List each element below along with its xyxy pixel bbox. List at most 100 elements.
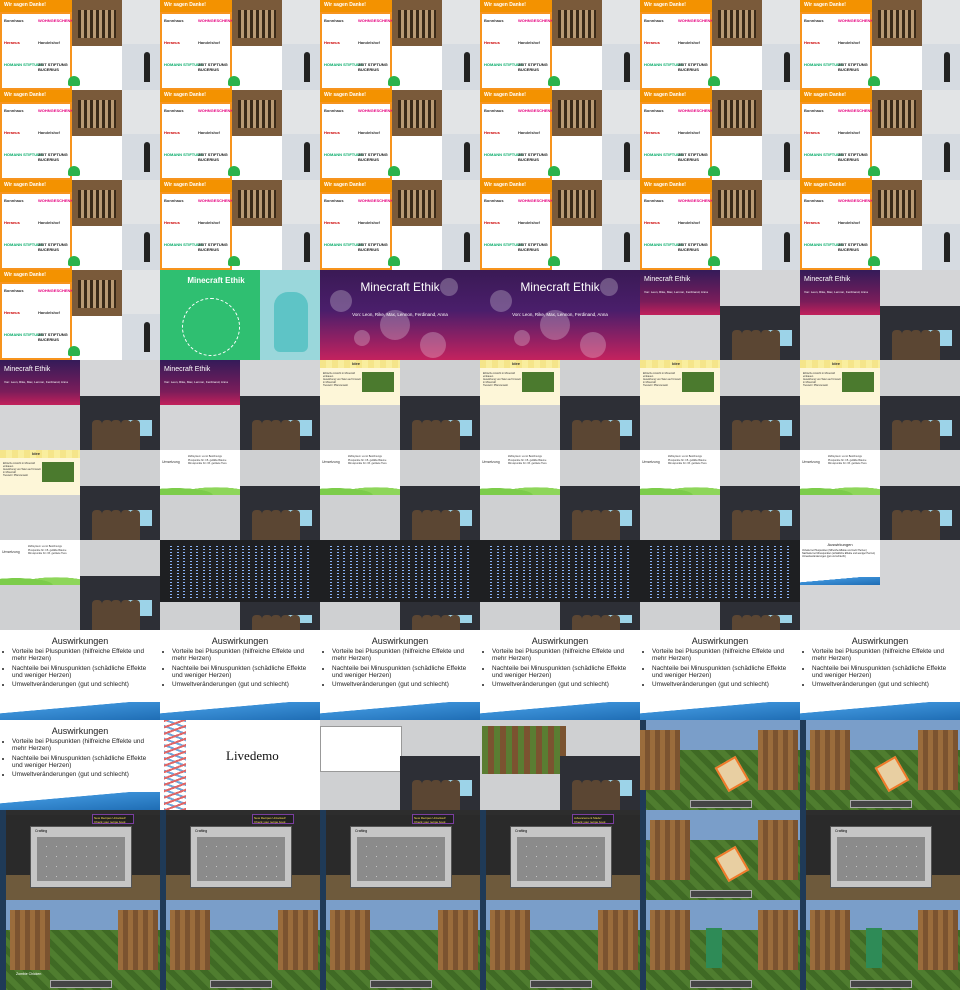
video-thumbnail[interactable]: Wir sagen Danke! Bonnhaus WOHNGESCHENK Hera… — [320, 180, 480, 270]
inventory-slots[interactable] — [517, 837, 605, 881]
video-thumbnail[interactable] — [480, 900, 640, 990]
video-thumbnail[interactable]: Wir sagen Danke! Bonnhaus WOHNGESCHENK Hera… — [640, 0, 800, 90]
hotbar[interactable] — [690, 800, 752, 808]
video-thumbnail[interactable] — [640, 720, 800, 810]
video-thumbnail[interactable]: Minecraft Ethik Von: Leon, Rike, Max, Len… — [480, 270, 640, 360]
hotbar[interactable] — [690, 980, 752, 988]
video-thumbnail[interactable] — [160, 900, 320, 990]
inventory-slots[interactable] — [837, 837, 925, 881]
inventory-panel[interactable]: Crafting — [350, 826, 452, 888]
hotbar[interactable] — [370, 980, 432, 988]
inventory-slots[interactable] — [197, 837, 285, 881]
video-thumbnail[interactable]: Wir sagen Danke! Bonnhaus WOHNGESCHENK Hera… — [160, 180, 320, 270]
sponsor-logo: Heraeus — [4, 130, 20, 135]
video-thumbnail[interactable]: Crafting New Recipes Unlocked! Check your … — [320, 810, 480, 900]
webcam-feed — [720, 602, 800, 630]
video-thumbnail[interactable]: Minecraft Ethik Von: Leon, Rike, Max, Len… — [160, 360, 320, 450]
video-thumbnail[interactable]: Crafting — [800, 810, 960, 900]
video-thumbnail[interactable]: Wir sagen Danke! Bonnhaus WOHNGESCHENK Hera… — [480, 90, 640, 180]
video-thumbnail[interactable]: Crafting New Recipes Unlocked! Check your … — [160, 810, 320, 900]
video-thumbnail[interactable]: Minecraft Ethik Von: Leon, Rike, Max, Len… — [640, 270, 800, 360]
video-thumbnail[interactable]: Auswirkungen Vorteile bei Pluspunkten (hi… — [800, 540, 960, 630]
video-thumbnail[interactable] — [640, 900, 800, 990]
video-thumbnail[interactable]: Auswirkungen Vorteile bei Pluspunkten (hi… — [320, 630, 480, 720]
inventory-slots[interactable] — [357, 837, 445, 881]
video-thumbnail[interactable]: Idee Ethische Ansicht in Minecraft einbau… — [320, 360, 480, 450]
hotbar[interactable] — [850, 980, 912, 988]
video-thumbnail[interactable] — [640, 810, 800, 900]
video-thumbnail[interactable]: Zombie Chicken — [0, 900, 160, 990]
video-thumbnail[interactable]: Wir sagen Danke! Bonnhaus WOHNGESCHENK Hera… — [0, 270, 160, 360]
webcam-feed — [720, 396, 800, 450]
video-thumbnail[interactable] — [480, 720, 640, 810]
video-thumbnail[interactable]: Wir sagen Danke! Bonnhaus WOHNGESCHENK Hera… — [800, 90, 960, 180]
inventory-slots[interactable] — [37, 837, 125, 881]
video-thumbnail[interactable]: Idee Ethische Ansicht in Minecraft einbau… — [640, 360, 800, 450]
video-thumbnail[interactable]: Auswirkungen Vorteile bei Pluspunkten (hi… — [0, 630, 160, 720]
video-thumbnail[interactable]: Wir sagen Danke! Bonnhaus WOHNGESCHENK Hera… — [480, 180, 640, 270]
video-thumbnail[interactable]: Wir sagen Danke! Bonnhaus WOHNGESCHENK Hera… — [320, 90, 480, 180]
video-thumbnail[interactable]: Umsetzung Zählsystem: es ist Belohnungs Pl… — [800, 450, 960, 540]
hotbar[interactable] — [850, 800, 912, 808]
video-thumbnail[interactable]: Livedemo — [160, 720, 320, 810]
wooden-wall — [10, 910, 50, 970]
video-thumbnail[interactable]: Umsetzung Zählsystem: es ist Belohnungs Pl… — [640, 450, 800, 540]
sponsor-logo: ZEIT STIFTUNG BUCERIUS — [358, 62, 388, 72]
video-thumbnail[interactable]: Auswirkungen Vorteile bei Pluspunkten (hi… — [800, 630, 960, 720]
presenter — [290, 614, 301, 630]
video-thumbnail[interactable]: Minecraft Ethik Von: Leon, Rike, Max, Len… — [320, 270, 480, 360]
video-thumbnail[interactable]: Wir sagen Danke! Bonnhaus WOHNGESCHENK Hera… — [640, 90, 800, 180]
inventory-panel[interactable]: Crafting — [30, 826, 132, 888]
video-thumbnail[interactable]: Wir sagen Danke! Bonnhaus WOHNGESCHENK Hera… — [800, 180, 960, 270]
video-thumbnail[interactable]: Minecraft Ethik Von: Leon, Rike, Max, Len… — [0, 360, 160, 450]
video-thumbnail[interactable]: Minecraft Ethik Von: Leon, Rike, Max, Len… — [800, 270, 960, 360]
slide-bullets: Zählsystem: es ist Belohnungs Pluspunkte … — [348, 455, 387, 466]
video-thumbnail[interactable] — [800, 900, 960, 990]
video-thumbnail[interactable]: Minecraft Ethik — [160, 270, 320, 360]
video-thumbnail[interactable]: Auswirkungen Vorteile bei Pluspunkten (hi… — [480, 630, 640, 720]
video-thumbnail[interactable] — [160, 540, 320, 630]
video-thumbnail[interactable]: Wir sagen Danke! Bonnhaus WOHNGESCHENK Hera… — [320, 0, 480, 90]
video-thumbnail[interactable]: Umsetzung Zählsystem: es ist Belohnungs Pl… — [160, 450, 320, 540]
video-thumbnail[interactable] — [320, 720, 480, 810]
video-thumbnail[interactable]: Idee Ethische Ansicht in Minecraft einbau… — [800, 360, 960, 450]
video-thumbnail[interactable]: Umsetzung Zählsystem: es ist Belohnungs Pl… — [320, 450, 480, 540]
code-column — [555, 546, 557, 598]
inventory-panel[interactable]: Crafting — [830, 826, 932, 888]
video-thumbnail[interactable]: Wir sagen Danke! Bonnhaus WOHNGESCHENK Hera… — [160, 90, 320, 180]
video-thumbnail[interactable]: Auswirkungen Vorteile bei Pluspunkten (hi… — [0, 720, 160, 810]
taskbar — [640, 810, 646, 900]
wooden-wall — [918, 730, 958, 790]
video-thumbnail[interactable] — [480, 540, 640, 630]
video-thumbnail[interactable]: Wir sagen Danke! Bonnhaus WOHNGESCHENK Hera… — [480, 0, 640, 90]
video-thumbnail[interactable]: Wir sagen Danke! Bonnhaus WOHNGESCHENK Hera… — [640, 180, 800, 270]
hotbar[interactable] — [690, 890, 752, 898]
video-thumbnail[interactable]: Umsetzung Zählsystem: es ist Belohnungs Pl… — [0, 540, 160, 630]
video-thumbnail[interactable] — [800, 720, 960, 810]
video-thumbnail[interactable]: Umsetzung Zählsystem: es ist Belohnungs Pl… — [480, 450, 640, 540]
hotbar[interactable] — [50, 980, 112, 988]
video-thumbnail[interactable]: Wir sagen Danke! Bonnhaus WOHNGESCHENK Hera… — [800, 0, 960, 90]
video-thumbnail[interactable]: Idee Ethische Ansicht in Minecraft einbau… — [0, 450, 160, 540]
video-thumbnail[interactable]: Wir sagen Danke! Bonnhaus WOHNGESCHENK Hera… — [0, 90, 160, 180]
hotbar[interactable] — [210, 980, 272, 988]
video-thumbnail[interactable]: Idee Ethische Ansicht in Minecraft einbau… — [480, 360, 640, 450]
video-thumbnail[interactable] — [640, 540, 800, 630]
hotbar[interactable] — [530, 980, 592, 988]
code-column — [401, 546, 404, 598]
video-thumbnail[interactable]: Wir sagen Danke! Bonnhaus WOHNGESCHENK Hera… — [160, 0, 320, 90]
video-thumbnail[interactable]: Wir sagen Danke! Bonnhaus WOHNGESCHENK Hera… — [0, 180, 160, 270]
video-thumbnail[interactable]: Wir sagen Danke! Bonnhaus WOHNGESCHENK Hera… — [0, 0, 160, 90]
video-thumbnail[interactable]: Auswirkungen Vorteile bei Pluspunkten (hi… — [640, 630, 800, 720]
video-thumbnail[interactable]: Crafting New Recipes Unlocked! Check your … — [0, 810, 160, 900]
inventory-panel[interactable]: Crafting — [190, 826, 292, 888]
video-thumbnail[interactable] — [320, 900, 480, 990]
speaker-shirt — [78, 100, 116, 128]
video-thumbnail[interactable] — [320, 540, 480, 630]
bullet: Umweltveränderungen (gut und schlecht) — [652, 681, 798, 688]
speaker-shirt — [558, 100, 596, 128]
inventory-panel[interactable]: Crafting — [510, 826, 612, 888]
video-thumbnail[interactable]: Auswirkungen Vorteile bei Pluspunkten (hi… — [160, 630, 320, 720]
video-thumbnail[interactable]: Crafting Advancement Made! Check your reci… — [480, 810, 640, 900]
code-column — [189, 546, 192, 598]
